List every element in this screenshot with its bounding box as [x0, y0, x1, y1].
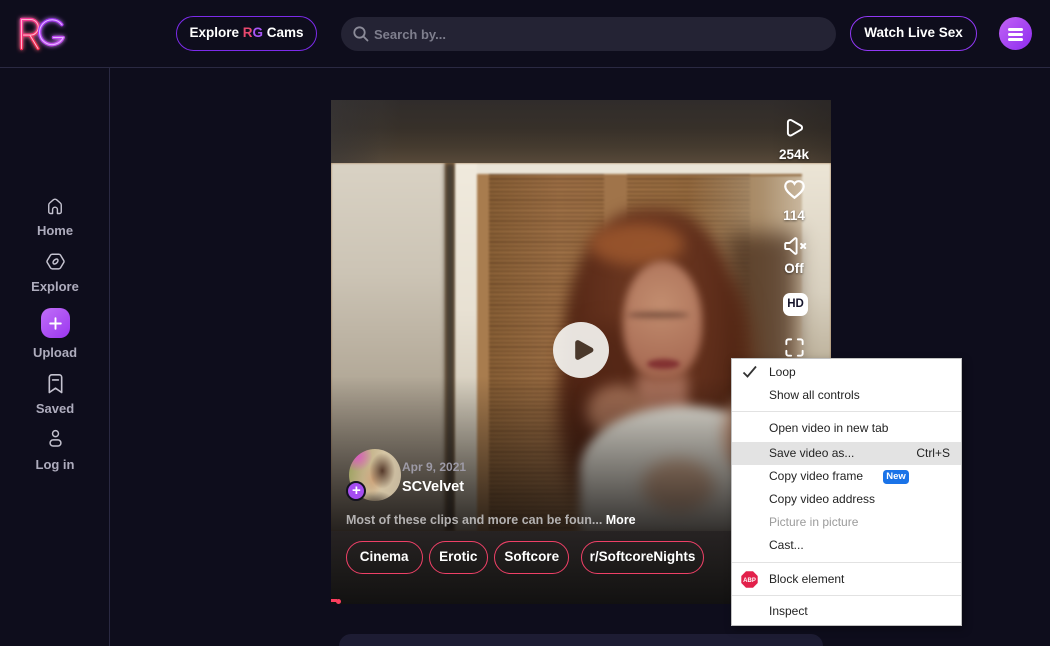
svg-text:ABP: ABP [743, 578, 756, 584]
